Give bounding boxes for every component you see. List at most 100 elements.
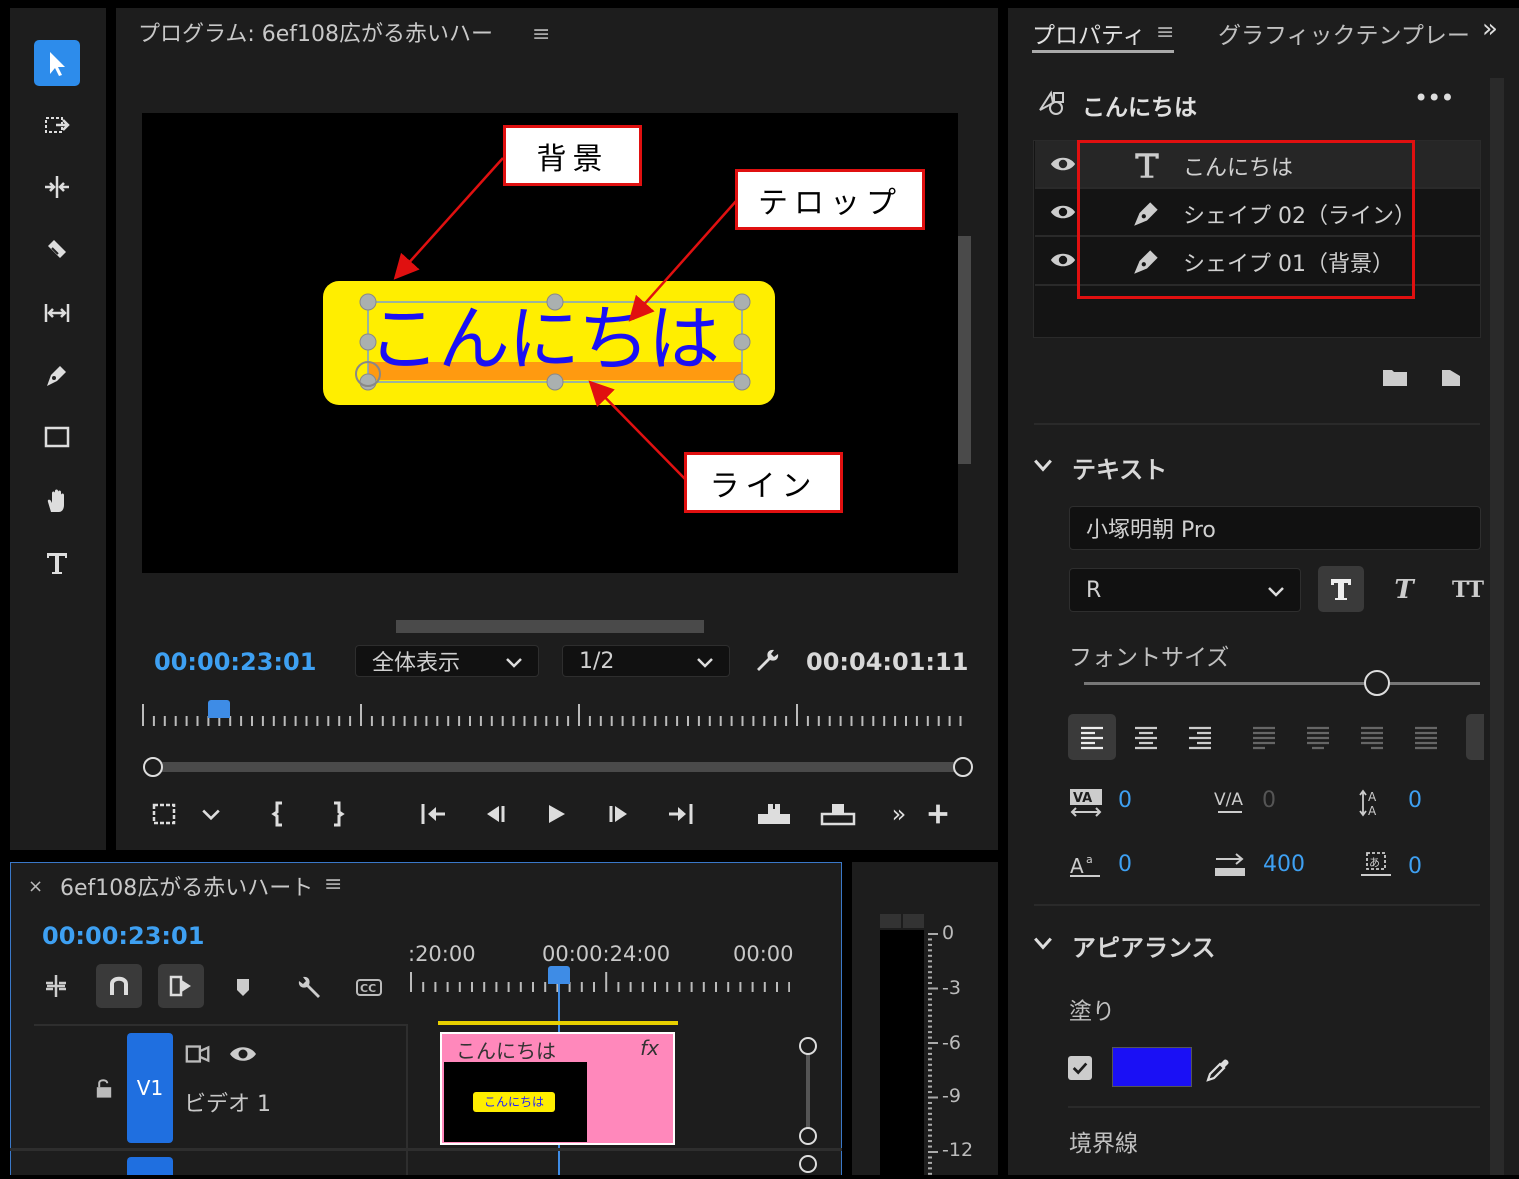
resolution-select[interactable]: 1/2 (562, 645, 730, 677)
justify-right-icon[interactable] (1352, 714, 1392, 760)
fill-checkbox[interactable] (1068, 1056, 1092, 1080)
tracking-value[interactable]: 0 (1262, 788, 1276, 813)
graphic-object-icon (1034, 86, 1070, 120)
captions-icon[interactable]: CC (352, 970, 386, 1004)
sync-lock-icon[interactable] (184, 1040, 212, 1068)
mark-out-icon[interactable] (322, 798, 352, 830)
close-icon[interactable]: × (28, 876, 43, 897)
timeline-timecode[interactable]: 00:00:23:01 (42, 922, 204, 950)
snap-icon[interactable] (96, 964, 142, 1008)
chevron-down-icon[interactable] (1030, 930, 1056, 956)
monitor-horizontal-scrollbar[interactable] (396, 620, 704, 633)
svg-text:あ: あ (1369, 856, 1380, 869)
meter-bar (880, 930, 924, 1175)
mark-in-icon[interactable] (264, 798, 294, 830)
add-marker-icon[interactable] (228, 970, 258, 1004)
meter-peak-left (880, 914, 901, 928)
kerning-value[interactable]: 0 (1118, 788, 1132, 813)
more-controls-icon[interactable]: » (886, 800, 912, 828)
clip-title: こんにちは (456, 1039, 556, 1063)
fill-color-swatch[interactable] (1112, 1047, 1192, 1087)
baseline-shift-value[interactable]: 0 (1118, 852, 1132, 877)
eye-icon[interactable] (1049, 152, 1077, 176)
chevron-down-icon[interactable] (1030, 452, 1056, 478)
monitor-time-ruler[interactable] (142, 700, 972, 728)
eye-icon[interactable] (1049, 248, 1077, 272)
lock-icon[interactable] (92, 1074, 116, 1102)
program-timecode[interactable]: 00:00:23:01 (154, 648, 316, 676)
zoom-bar-left-handle[interactable] (143, 757, 163, 777)
tab-graphics-templates[interactable]: グラフィックテンプレー (1218, 16, 1470, 50)
align-right-icon[interactable] (1180, 714, 1220, 760)
play-icon[interactable] (540, 798, 572, 830)
timeline-playhead[interactable] (548, 966, 570, 984)
svg-text:V/A: V/A (1214, 790, 1243, 810)
add-button-icon[interactable] (924, 798, 952, 830)
lift-icon[interactable] (754, 798, 794, 830)
align-center-icon[interactable] (1126, 714, 1166, 760)
zoom-bar-right-handle[interactable] (953, 757, 973, 777)
new-layer-icon[interactable] (1436, 362, 1466, 392)
tsume-icon (1210, 846, 1250, 882)
meter-label: -12 (942, 1139, 974, 1161)
monitor-zoom-bar[interactable] (152, 762, 962, 772)
tab-active-underline (1032, 50, 1174, 53)
zoom-select[interactable]: 全体表示 (355, 645, 539, 677)
more-tabs-icon[interactable]: » (1482, 14, 1498, 44)
all-caps-icon[interactable]: TT (1446, 570, 1490, 610)
step-back-icon[interactable] (480, 798, 512, 830)
go-to-out-icon[interactable] (664, 798, 698, 830)
track-target-v2[interactable] (127, 1157, 173, 1175)
linked-selection-icon[interactable] (158, 964, 204, 1008)
eyedropper-icon[interactable] (1202, 1054, 1234, 1086)
callout-arrows (393, 157, 738, 481)
scroll-handle-bottom[interactable] (799, 1127, 817, 1145)
track-header-vline (406, 1024, 408, 1175)
extract-icon[interactable] (818, 798, 858, 830)
eye-icon[interactable] (228, 1040, 258, 1068)
properties-scrollbar[interactable] (1490, 78, 1504, 1175)
align-left-icon[interactable] (1068, 714, 1116, 760)
more-options-icon[interactable]: ••• (1414, 84, 1454, 112)
font-family-select[interactable]: 小塚明朝 Pro (1069, 506, 1481, 550)
clip-fx-badge: fx (640, 1036, 659, 1060)
justify-center-icon[interactable] (1298, 714, 1338, 760)
chevron-down-icon[interactable] (198, 800, 224, 828)
timeline-vertical-scrollbar[interactable] (806, 1046, 810, 1138)
tracking-icon: V/A (1210, 784, 1250, 820)
leading-value[interactable]: 0 (1408, 788, 1422, 813)
scroll-handle-top[interactable] (799, 1037, 817, 1055)
justify-left-icon[interactable] (1244, 714, 1284, 760)
wrench-icon[interactable] (752, 644, 784, 676)
graphic-clip[interactable]: こんにちは fx こんにちは (440, 1032, 675, 1145)
go-to-in-icon[interactable] (416, 798, 450, 830)
panel-menu-icon[interactable]: ≡ (1156, 20, 1174, 45)
eye-icon[interactable] (1049, 200, 1077, 224)
font-style-select[interactable]: R (1069, 568, 1301, 612)
faux-italic-icon[interactable]: T (1386, 570, 1422, 610)
svg-text:A: A (1368, 804, 1377, 817)
justify-all-icon[interactable] (1406, 714, 1446, 760)
wrench-icon[interactable] (290, 970, 324, 1004)
more-align-button[interactable] (1466, 714, 1484, 760)
tab-properties[interactable]: プロパティ (1032, 16, 1146, 50)
work-area-bar[interactable] (438, 1021, 678, 1025)
panel-menu-icon[interactable]: ≡ (324, 872, 342, 897)
svg-text:A: A (1070, 854, 1084, 878)
monitor-vertical-scrollbar[interactable] (958, 236, 971, 464)
monitor-playhead[interactable] (208, 700, 230, 718)
new-folder-icon[interactable] (1380, 362, 1410, 392)
timeline-ruler[interactable] (410, 970, 791, 994)
safe-margins-icon[interactable] (148, 798, 180, 830)
insert-nest-icon[interactable] (40, 968, 72, 1004)
font-size-slider-track[interactable] (1084, 682, 1480, 685)
scroll-handle-next[interactable] (799, 1155, 817, 1173)
stroke-label: 境界線 (1069, 1131, 1138, 1157)
faux-bold-icon[interactable] (1318, 566, 1364, 612)
font-size-slider-thumb[interactable] (1364, 670, 1390, 696)
track-target-v1[interactable]: V1 (127, 1033, 173, 1143)
step-forward-icon[interactable] (602, 798, 634, 830)
tab-spacing-value[interactable]: 0 (1408, 854, 1422, 879)
chevron-down-icon (506, 658, 522, 668)
tsume-value[interactable]: 400 (1263, 852, 1305, 877)
